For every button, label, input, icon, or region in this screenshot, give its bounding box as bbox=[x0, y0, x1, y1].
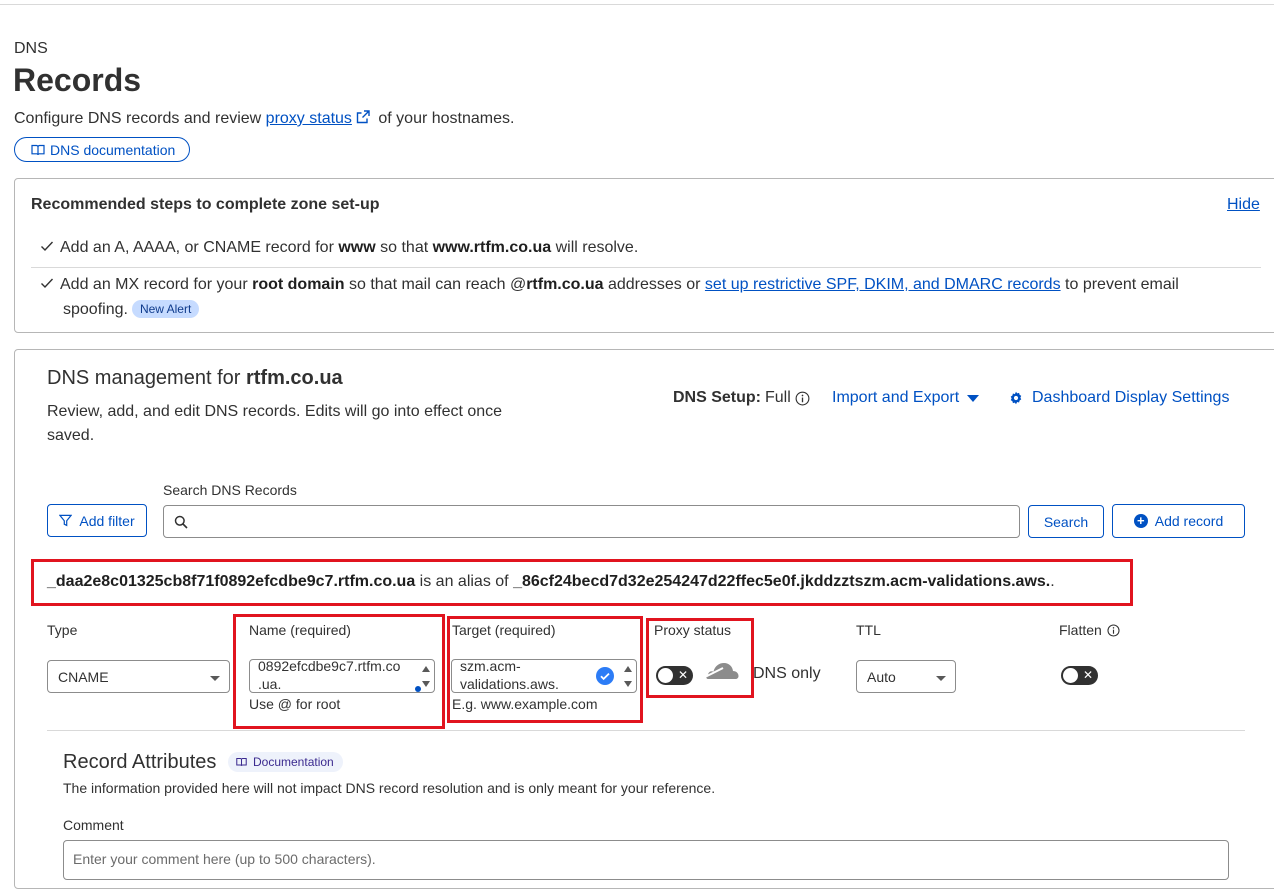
type-label: Type bbox=[47, 622, 78, 638]
proxy-status-link[interactable]: proxy status bbox=[266, 110, 352, 127]
chevron-down-icon bbox=[967, 394, 980, 402]
valid-check-icon bbox=[596, 667, 614, 685]
name-helper-text: Use @ for root bbox=[249, 696, 341, 712]
info-icon[interactable] bbox=[795, 391, 810, 406]
cloud-icon bbox=[705, 663, 739, 679]
close-icon: ✕ bbox=[677, 668, 688, 682]
record-attributes-title: Record Attributes bbox=[63, 751, 217, 773]
ttl-select[interactable]: Auto bbox=[856, 660, 956, 693]
check-icon bbox=[41, 278, 54, 289]
scroll-up-icon[interactable] bbox=[624, 666, 632, 672]
proxy-status-text: DNS only bbox=[753, 665, 821, 682]
flatten-label: Flatten bbox=[1059, 622, 1120, 638]
documentation-badge[interactable]: Documentation bbox=[228, 752, 343, 772]
search-icon bbox=[174, 515, 188, 529]
chevron-down-icon bbox=[936, 676, 946, 681]
flatten-toggle[interactable]: ✕ bbox=[1061, 666, 1098, 685]
divider bbox=[31, 267, 1261, 268]
book-icon bbox=[31, 144, 45, 155]
scroll-down-icon[interactable] bbox=[422, 681, 430, 687]
book-icon bbox=[236, 757, 247, 766]
hide-link[interactable]: Hide bbox=[1227, 196, 1260, 214]
dns-documentation-button[interactable]: DNS documentation bbox=[14, 137, 191, 162]
import-export-dropdown[interactable]: Import and Export bbox=[832, 389, 980, 407]
setup-step-mx: Add an MX record for your root domain so… bbox=[40, 276, 1179, 294]
page-title: Records bbox=[13, 62, 142, 98]
target-helper-text: E.g. www.example.com bbox=[452, 696, 598, 712]
dns-setup-status: DNS Setup: Full bbox=[673, 389, 810, 407]
close-icon: ✕ bbox=[1082, 668, 1093, 682]
resize-handle[interactable] bbox=[415, 686, 421, 692]
add-record-button[interactable]: + Add record bbox=[1112, 504, 1245, 538]
external-link-icon bbox=[356, 110, 370, 124]
spf-dkim-dmarc-link[interactable]: set up restrictive SPF, DKIM, and DMARC … bbox=[705, 276, 1061, 293]
comment-input[interactable]: Enter your comment here (up to 500 chara… bbox=[63, 840, 1229, 880]
divider bbox=[47, 730, 1245, 731]
chevron-down-icon bbox=[210, 676, 220, 681]
type-select[interactable]: CNAME bbox=[47, 660, 230, 693]
gear-icon bbox=[1010, 391, 1022, 405]
setup-step-mx-continued: spoofing. New Alert bbox=[63, 300, 200, 319]
top-border bbox=[0, 4, 1274, 5]
proxy-toggle[interactable]: ✕ bbox=[656, 666, 693, 685]
dashboard-display-settings[interactable]: Dashboard Display Settings bbox=[1009, 389, 1229, 407]
name-input[interactable]: 0892efcdbe9c7.rtfm.co .ua. bbox=[249, 659, 435, 693]
breadcrumb[interactable]: DNS bbox=[14, 40, 48, 58]
info-icon[interactable] bbox=[1107, 623, 1120, 637]
check-icon bbox=[41, 241, 54, 252]
add-filter-button[interactable]: Add filter bbox=[47, 504, 147, 537]
dns-management-title: DNS management for rtfm.co.ua bbox=[47, 367, 343, 389]
ttl-label: TTL bbox=[856, 622, 881, 638]
comment-label: Comment bbox=[63, 817, 124, 833]
filter-icon bbox=[59, 514, 73, 527]
page-description: Configure DNS records and review proxy s… bbox=[14, 110, 515, 127]
search-input[interactable] bbox=[163, 505, 1020, 538]
zone-setup-title: Recommended steps to complete zone set-u… bbox=[31, 196, 380, 213]
plus-circle-icon: + bbox=[1133, 514, 1148, 528]
scroll-down-icon[interactable] bbox=[624, 681, 632, 687]
scroll-up-icon[interactable] bbox=[422, 666, 430, 672]
target-input[interactable]: szm.acm- validations.aws. bbox=[451, 659, 637, 693]
new-alert-badge: New Alert bbox=[131, 300, 200, 318]
search-label: Search DNS Records bbox=[163, 482, 297, 498]
proxy-highlight-box bbox=[646, 618, 754, 698]
record-attributes-description: The information provided here will not i… bbox=[63, 780, 716, 796]
alias-summary: _daa2e8c01325cb8f71f0892efcdbe9c7.rtfm.c… bbox=[47, 573, 1055, 590]
setup-step-www: Add an A, AAAA, or CNAME record for www … bbox=[40, 239, 638, 257]
dns-management-description: Review, add, and edit DNS records. Edits… bbox=[47, 403, 503, 444]
search-button[interactable]: Search bbox=[1028, 505, 1104, 538]
